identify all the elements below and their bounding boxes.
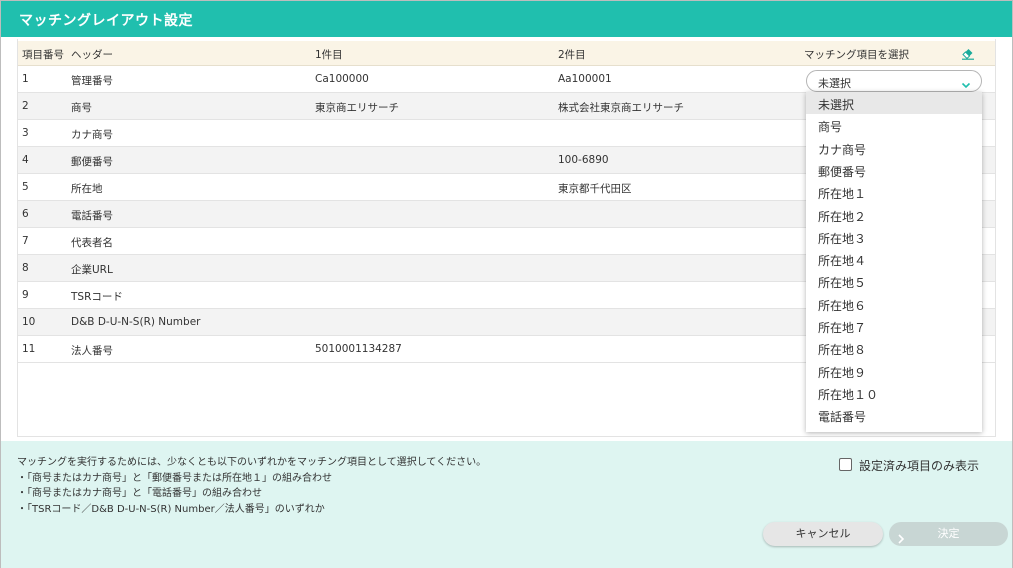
row-number: 6 <box>22 208 29 220</box>
dropdown-option[interactable]: 所在地６ <box>806 293 982 315</box>
dropdown-option[interactable]: 所在地１０ <box>806 382 982 404</box>
row-header: カナ商号 <box>71 129 113 141</box>
dropdown-option[interactable]: 商号 <box>806 114 982 136</box>
row-header: 所在地 <box>71 183 103 195</box>
row-header: TSRコード <box>71 291 123 303</box>
table-row: 1 管理番号 Ca100000 Aa100001 未選択 <box>18 66 995 93</box>
dropdown-option[interactable]: 所在地３ <box>806 226 982 248</box>
title-bar: マッチングレイアウト設定 <box>1 1 1012 37</box>
note-line: マッチングを実行するためには、少なくとも以下のいずれかをマッチング項目として選択… <box>17 457 487 468</box>
row-number: 7 <box>22 235 29 247</box>
confirm-button[interactable]: 決定 <box>889 522 1008 546</box>
row-header: 電話番号 <box>71 210 113 222</box>
row-number: 8 <box>22 262 29 274</box>
row-header: 商号 <box>71 102 92 114</box>
chevron-right-icon <box>897 529 905 544</box>
checkbox-icon[interactable] <box>839 458 852 471</box>
dialog-title: マッチングレイアウト設定 <box>19 13 193 29</box>
dropdown-option[interactable]: 所在地７ <box>806 315 982 337</box>
match-item-select[interactable]: 未選択 <box>806 70 982 92</box>
dropdown-option[interactable]: 電話番号 <box>806 404 982 426</box>
dropdown-option[interactable]: 所在地２ <box>806 204 982 226</box>
row-number: 10 <box>22 316 36 328</box>
row-number: 3 <box>22 127 29 139</box>
row-second-value: Aa100001 <box>558 73 612 85</box>
table-header: 項目番号 ヘッダー 1件目 2件目 マッチング項目を選択 <box>18 41 995 66</box>
row-header: 管理番号 <box>71 75 113 87</box>
note-line: ・「TSRコード／D&B D-U-N-S(R) Number／法人番号」のいずれ… <box>17 503 325 515</box>
row-header: 郵便番号 <box>71 156 113 168</box>
cancel-button[interactable]: キャンセル <box>763 522 883 546</box>
dropdown-option[interactable]: カナ商号 <box>806 137 982 159</box>
row-number: 9 <box>22 289 29 301</box>
row-first-value: 東京商エリサーチ <box>315 102 399 114</box>
dialog-window: マッチングレイアウト設定 項目番号 ヘッダー 1件目 2件目 マッチング項目を選… <box>0 0 1013 568</box>
row-first-value: Ca100000 <box>315 73 369 85</box>
col-header-header: ヘッダー <box>71 49 113 61</box>
match-item-select-value: 未選択 <box>818 77 851 90</box>
row-first-value: 5010001134287 <box>315 343 402 355</box>
row-number: 11 <box>22 343 36 355</box>
match-item-dropdown: 未選択 商号 カナ商号 郵便番号 所在地１ 所在地２ 所在地３ 所在地４ 所在地… <box>806 92 982 432</box>
col-header-select: マッチング項目を選択 <box>804 49 909 61</box>
row-second-value: 株式会社東京商エリサーチ <box>558 102 684 114</box>
row-number: 5 <box>22 181 29 193</box>
row-header: 企業URL <box>71 264 113 276</box>
dropdown-option[interactable]: 所在地４ <box>806 248 982 270</box>
chevron-down-icon <box>961 79 971 89</box>
dropdown-option[interactable]: 所在地１ <box>806 181 982 203</box>
col-header-index: 項目番号 <box>22 49 64 61</box>
dropdown-option[interactable]: 所在地９ <box>806 360 982 382</box>
dropdown-option[interactable]: 郵便番号 <box>806 159 982 181</box>
dropdown-option-unselected[interactable]: 未選択 <box>806 92 982 114</box>
matching-notes: マッチングを実行するためには、少なくとも以下のいずれかをマッチング項目として選択… <box>17 455 486 517</box>
col-header-second: 2件目 <box>558 49 586 61</box>
row-number: 4 <box>22 154 29 166</box>
row-header: 代表者名 <box>71 237 113 249</box>
dropdown-option[interactable]: 所在地５ <box>806 270 982 292</box>
row-second-value: 100-6890 <box>558 154 609 166</box>
note-line: ・「商号またはカナ商号」と「郵便番号または所在地１」の組み合わせ <box>17 472 332 484</box>
confirm-button-label: 決定 <box>937 527 960 540</box>
row-header: D&B D-U-N-S(R) Number <box>71 316 201 328</box>
note-line: ・「商号またはカナ商号」と「電話番号」の組み合わせ <box>17 488 262 499</box>
footer-panel: マッチングを実行するためには、少なくとも以下のいずれかをマッチング項目として選択… <box>1 441 1012 568</box>
row-number: 1 <box>22 73 29 85</box>
dropdown-option[interactable]: 所在地８ <box>806 337 982 359</box>
eraser-icon[interactable] <box>961 46 975 60</box>
row-second-value: 東京都千代田区 <box>558 183 632 195</box>
row-header: 法人番号 <box>71 345 113 357</box>
show-configured-only-label: 設定済み項目のみ表示 <box>859 459 980 473</box>
row-number: 2 <box>22 100 29 112</box>
col-header-first: 1件目 <box>315 49 343 61</box>
